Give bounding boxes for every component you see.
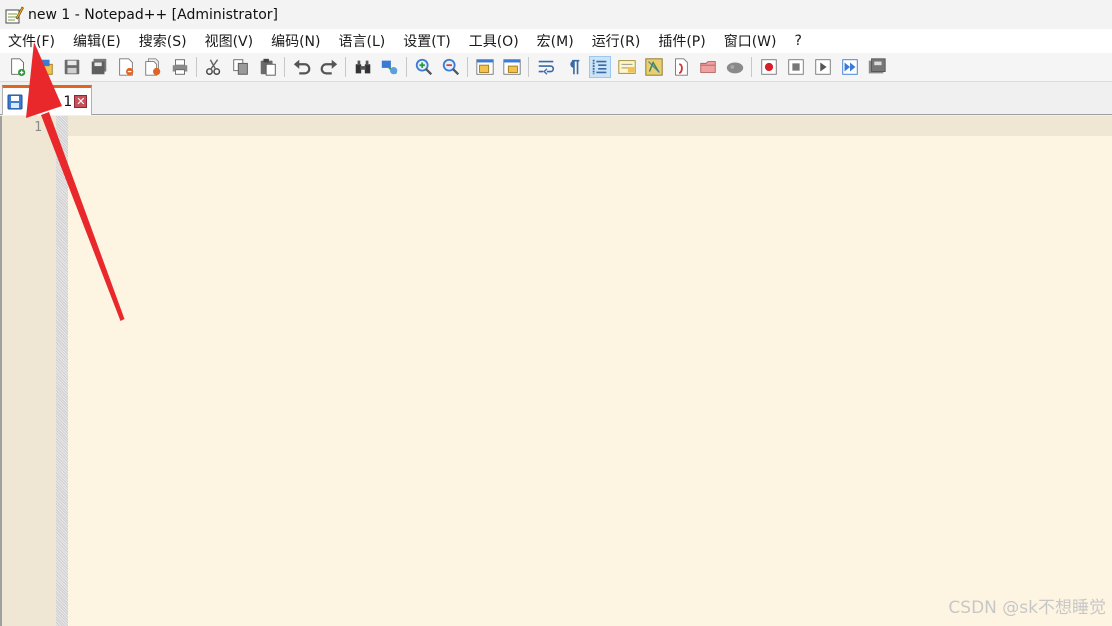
cut-icon[interactable] — [203, 56, 225, 78]
replace-icon[interactable] — [379, 56, 401, 78]
tab-close-icon[interactable]: ✕ — [74, 95, 88, 108]
copy-icon[interactable] — [230, 56, 252, 78]
zoom-out-icon[interactable] — [440, 56, 462, 78]
tab-bar: new 1 ✕ — [0, 83, 1112, 115]
current-line-highlight — [68, 116, 1112, 136]
paste-icon[interactable] — [257, 56, 279, 78]
menu-file[interactable]: 文件(F) — [0, 31, 64, 51]
toolbar-separator — [196, 57, 197, 77]
play-macro-icon[interactable] — [812, 56, 834, 78]
open-file-icon[interactable] — [34, 56, 56, 78]
toolbar-separator — [406, 57, 407, 77]
stop-macro-icon[interactable] — [785, 56, 807, 78]
menu-window[interactable]: 窗口(W) — [715, 31, 786, 51]
find-icon[interactable] — [352, 56, 374, 78]
tab-label: new 1 — [30, 93, 73, 110]
toolbar — [0, 53, 1112, 82]
menu-macro[interactable]: 宏(M) — [528, 31, 583, 51]
fold-margin[interactable] — [56, 116, 68, 626]
close-icon[interactable] — [115, 56, 137, 78]
undo-icon[interactable] — [291, 56, 313, 78]
menu-plugins[interactable]: 插件(P) — [649, 31, 714, 51]
doc-map-icon[interactable] — [616, 56, 638, 78]
function-list-icon[interactable] — [643, 56, 665, 78]
toolbar-separator — [345, 57, 346, 77]
sync-vertical-icon[interactable] — [474, 56, 496, 78]
word-wrap-icon[interactable] — [535, 56, 557, 78]
new-file-icon[interactable] — [7, 56, 29, 78]
toolbar-separator — [467, 57, 468, 77]
line-number: 1 — [34, 120, 42, 135]
save-macro-icon[interactable] — [866, 56, 888, 78]
editor-area[interactable] — [0, 116, 1112, 626]
toolbar-separator — [284, 57, 285, 77]
menu-language[interactable]: 语言(L) — [330, 31, 395, 51]
zoom-in-icon[interactable] — [413, 56, 435, 78]
menu-view[interactable]: 视图(V) — [196, 31, 263, 51]
notepadpp-app-icon — [4, 5, 24, 25]
sync-horizontal-icon[interactable] — [501, 56, 523, 78]
redo-icon[interactable] — [318, 56, 340, 78]
print-icon[interactable] — [169, 56, 191, 78]
save-icon[interactable] — [61, 56, 83, 78]
record-macro-icon[interactable] — [758, 56, 780, 78]
menu-edit[interactable]: 编辑(E) — [64, 31, 130, 51]
watermark: CSDN @sk不想睡觉 — [948, 598, 1106, 618]
menu-search[interactable]: 搜索(S) — [130, 31, 196, 51]
window-title: new 1 - Notepad++ [Administrator] — [28, 6, 279, 23]
tab-new-1[interactable]: new 1 ✕ — [2, 85, 92, 115]
toolbar-separator — [751, 57, 752, 77]
show-all-chars-icon[interactable] — [562, 56, 584, 78]
toolbar-separator — [528, 57, 529, 77]
menu-run[interactable]: 运行(R) — [583, 31, 650, 51]
monitoring-icon[interactable] — [724, 56, 746, 78]
indent-guide-icon[interactable] — [588, 56, 611, 78]
menu-encoding[interactable]: 编码(N) — [262, 31, 329, 51]
doc-switcher-icon[interactable] — [670, 56, 692, 78]
close-all-icon[interactable] — [142, 56, 164, 78]
saved-state-icon — [7, 94, 23, 109]
menu-tools[interactable]: 工具(O) — [460, 31, 528, 51]
line-number-gutter: 1 — [2, 116, 56, 626]
save-all-icon[interactable] — [88, 56, 110, 78]
title-bar: new 1 - Notepad++ [Administrator] — [0, 0, 1112, 29]
menu-help[interactable]: ? — [786, 33, 811, 49]
run-macro-multiple-icon[interactable] — [839, 56, 861, 78]
menu-settings[interactable]: 设置(T) — [394, 31, 459, 51]
menu-bar: 文件(F) 编辑(E) 搜索(S) 视图(V) 编码(N) 语言(L) 设置(T… — [0, 29, 1112, 53]
folder-workspace-icon[interactable] — [697, 56, 719, 78]
